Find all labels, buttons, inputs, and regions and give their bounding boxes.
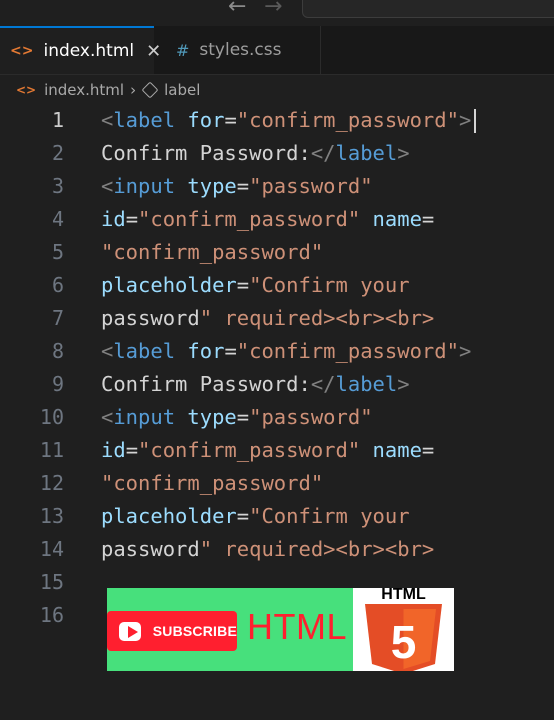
breadcrumb-file[interactable]: index.html bbox=[44, 81, 124, 99]
back-arrow-icon[interactable]: ← bbox=[228, 0, 246, 19]
code-text: <input type="password" bbox=[101, 174, 373, 198]
line-number: 6 bbox=[51, 273, 64, 297]
html5-logo: HTML 5 bbox=[353, 588, 454, 671]
line-number: 13 bbox=[39, 504, 64, 528]
code-line[interactable]: 4 id="confirm_password" name= bbox=[0, 203, 554, 236]
forward-arrow-icon[interactable]: → bbox=[264, 0, 282, 19]
text-cursor bbox=[474, 109, 477, 133]
breadcrumb: <> index.html › label bbox=[0, 75, 554, 105]
code-text: <label for="confirm_password"> bbox=[101, 104, 477, 137]
code-text: <input type="password" bbox=[101, 405, 373, 429]
code-line[interactable]: 11 id="confirm_password" name= bbox=[0, 434, 554, 467]
line-number: 4 bbox=[51, 207, 64, 231]
tab-index-html[interactable]: <> index.html ✕ bbox=[0, 26, 161, 74]
symbol-tag-icon bbox=[141, 81, 159, 99]
banner-green-panel: SUBSCRIBE HTML bbox=[107, 588, 353, 671]
line-number: 8 bbox=[51, 339, 64, 363]
code-text: "confirm_password" bbox=[101, 471, 324, 495]
subscribe-button[interactable]: SUBSCRIBE bbox=[107, 611, 237, 651]
code-text: <label for="confirm_password"> bbox=[101, 339, 472, 363]
line-number: 7 bbox=[51, 306, 64, 330]
subscribe-banner: SUBSCRIBE HTML HTML 5 bbox=[107, 588, 454, 671]
line-number: 11 bbox=[39, 438, 64, 462]
banner-html-text: HTML bbox=[247, 606, 347, 647]
html5-number: 5 bbox=[391, 616, 417, 668]
code-text: password" required><br><br> bbox=[101, 537, 435, 561]
editor-tab-bar: <> index.html ✕ # styles.css bbox=[0, 26, 554, 75]
code-line[interactable]: 1 <label for="confirm_password"> bbox=[0, 104, 554, 137]
code-text: placeholder="Confirm your bbox=[101, 504, 410, 528]
code-text: id="confirm_password" name= bbox=[101, 207, 435, 231]
command-center-search[interactable] bbox=[302, 0, 554, 18]
code-line[interactable]: 5 "confirm_password" bbox=[0, 236, 554, 269]
tab-label: index.html bbox=[43, 41, 135, 61]
line-number: 5 bbox=[51, 240, 64, 264]
line-number: 1 bbox=[51, 108, 64, 132]
code-text: "confirm_password" bbox=[101, 240, 324, 264]
line-number: 14 bbox=[39, 537, 64, 561]
code-line[interactable]: 6 placeholder="Confirm your bbox=[0, 269, 554, 302]
youtube-play-icon bbox=[119, 621, 141, 641]
code-line[interactable]: 13 placeholder="Confirm your bbox=[0, 500, 554, 533]
subscribe-label: SUBSCRIBE bbox=[152, 623, 237, 639]
html5-shield-icon: 5 bbox=[365, 604, 442, 671]
code-line[interactable]: 3 <input type="password" bbox=[0, 170, 554, 203]
chevron-right-icon: › bbox=[130, 81, 137, 99]
code-line[interactable]: 10 <input type="password" bbox=[0, 401, 554, 434]
code-text: Confirm Password:</label> bbox=[101, 141, 410, 165]
line-number: 9 bbox=[51, 372, 64, 396]
line-number: 3 bbox=[51, 174, 64, 198]
line-number: 2 bbox=[51, 141, 64, 165]
html5-logo-label: HTML bbox=[381, 588, 426, 603]
code-text: password" required><br><br> bbox=[101, 306, 435, 330]
code-text: Confirm Password:</label> bbox=[101, 372, 410, 396]
title-bar: ← → bbox=[0, 0, 554, 26]
html-file-icon: <> bbox=[10, 43, 34, 59]
code-text: id="confirm_password" name= bbox=[101, 438, 435, 462]
breadcrumb-symbol[interactable]: label bbox=[164, 81, 200, 99]
tab-label: styles.css bbox=[199, 40, 282, 60]
line-number: 15 bbox=[39, 570, 64, 594]
code-line[interactable]: 8 <label for="confirm_password"> bbox=[0, 335, 554, 368]
line-number: 10 bbox=[39, 405, 64, 429]
css-hash-icon: # bbox=[176, 40, 190, 60]
code-line[interactable]: 12 "confirm_password" bbox=[0, 467, 554, 500]
line-number: 16 bbox=[39, 603, 64, 627]
tab-styles-css[interactable]: # styles.css bbox=[156, 26, 321, 74]
code-line[interactable]: 9 Confirm Password:</label> bbox=[0, 368, 554, 401]
code-line[interactable]: 7 password" required><br><br> bbox=[0, 302, 554, 335]
code-line[interactable]: 14 password" required><br><br> bbox=[0, 533, 554, 566]
line-number: 12 bbox=[39, 471, 64, 495]
code-line[interactable]: 2 Confirm Password:</label> bbox=[0, 137, 554, 170]
code-text: placeholder="Confirm your bbox=[101, 273, 410, 297]
html-file-icon: <> bbox=[16, 83, 37, 97]
